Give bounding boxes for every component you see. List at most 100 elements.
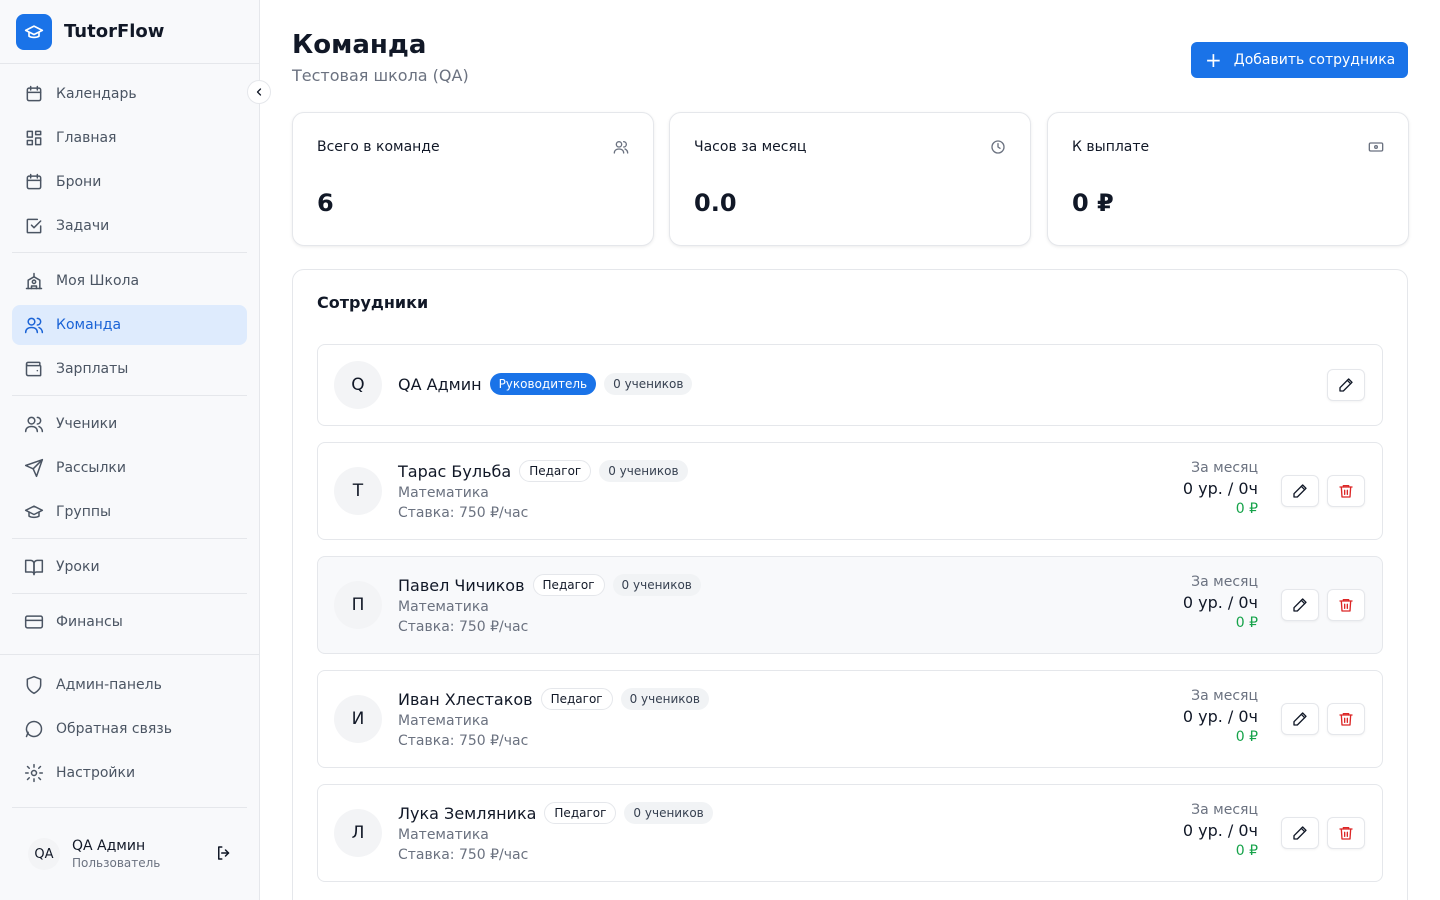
sidebar-item[interactable]: Админ-панель: [12, 665, 247, 705]
edit-button[interactable]: [1281, 589, 1319, 621]
checkbox-icon: [24, 216, 44, 236]
staff-name: Павел Чичиков: [398, 575, 525, 595]
stat-label: К выплате: [1072, 139, 1150, 155]
delete-button[interactable]: [1327, 817, 1365, 849]
sidebar-item-label: Команда: [56, 317, 122, 333]
edit-button[interactable]: [1281, 475, 1319, 507]
user-avatar[interactable]: QA: [28, 838, 60, 870]
students-badge: 0 учеников: [624, 802, 713, 824]
staff-name-line: Иван Хлестаков Педагог 0 учеников: [398, 688, 709, 710]
page-title: Команда: [292, 30, 427, 60]
sidebar-item-label: Уроки: [56, 559, 100, 575]
staff-avatar: Т: [334, 467, 382, 515]
staff-name-line: Тарас Бульба Педагог 0 учеников: [398, 460, 688, 482]
sidebar-item-label: Моя Школа: [56, 273, 140, 289]
nav-divider: [12, 252, 247, 253]
delete-button[interactable]: [1327, 589, 1365, 621]
sidebar-item[interactable]: Моя Школа: [12, 261, 247, 301]
graduation-cap-icon: [24, 502, 44, 522]
trash-icon: [1338, 711, 1354, 727]
sidebar-item-label: Календарь: [56, 86, 137, 102]
book-icon: [24, 557, 44, 577]
trash-icon: [1338, 597, 1354, 613]
sidebar-item[interactable]: Задачи: [12, 206, 247, 246]
role-badge: Руководитель: [489, 373, 597, 395]
nav-divider: [12, 593, 247, 594]
sidebar-item[interactable]: Зарплаты: [12, 349, 247, 389]
delete-button[interactable]: [1327, 475, 1365, 507]
role-badge: Педагог: [519, 460, 592, 482]
sidebar-item[interactable]: Финансы: [12, 602, 247, 642]
month-stats: За месяц 0 ур. / 0ч 0 ₽: [1183, 688, 1258, 745]
month-value: 0 ур. / 0ч: [1182, 821, 1258, 840]
sidebar-item[interactable]: Ученики: [12, 404, 247, 444]
users-icon: [24, 414, 44, 434]
month-value: 0 ур. / 0ч: [1182, 593, 1258, 612]
pencil-icon: [1292, 825, 1308, 841]
sidebar-item[interactable]: Рассылки: [12, 448, 247, 488]
user-role: Пользователь: [72, 856, 161, 870]
school-icon: [24, 271, 44, 291]
staff-name-line: QA Админ Руководитель 0 учеников: [398, 373, 693, 395]
sidebar-item-label: Зарплаты: [56, 361, 129, 377]
staff-name: Лука Земляника: [398, 803, 537, 823]
month-label: За месяц: [1191, 460, 1258, 476]
add-employee-button[interactable]: + Добавить сотрудника: [1191, 42, 1408, 78]
sidebar-item[interactable]: Группы: [12, 492, 247, 532]
chat-icon: [24, 719, 44, 739]
send-icon: [24, 458, 44, 478]
edit-button[interactable]: [1327, 369, 1365, 401]
wallet-icon: [24, 359, 44, 379]
students-badge: 0 учеников: [599, 460, 688, 482]
staff-subject: Математика: [398, 827, 489, 843]
stat-label: Часов за месяц: [694, 139, 807, 155]
delete-button[interactable]: [1327, 703, 1365, 735]
edit-button[interactable]: [1281, 817, 1319, 849]
trash-icon: [1338, 483, 1354, 499]
stat-value: 0.0: [694, 189, 737, 217]
chevron-left-icon: [256, 88, 262, 96]
staff-name: QA Админ: [398, 374, 482, 394]
staff-row[interactable]: Т Тарас Бульба Педагог 0 учеников Математика…: [317, 442, 1383, 540]
sidebar-item[interactable]: Календарь: [12, 74, 247, 114]
sidebar-item[interactable]: Настройки: [12, 753, 247, 793]
sidebar-item[interactable]: Главная: [12, 118, 247, 158]
pencil-icon: [1292, 597, 1308, 613]
staff-row[interactable]: И Иван Хлестаков Педагог 0 учеников Математи…: [317, 670, 1383, 768]
staff-row[interactable]: Q QA Админ Руководитель 0 учеников: [317, 344, 1383, 426]
trash-icon: [1338, 825, 1354, 841]
staff-row[interactable]: П Павел Чичиков Педагог 0 учеников Математик…: [317, 556, 1383, 654]
role-badge: Педагог: [532, 574, 605, 596]
staff-rate: Ставка: 750 ₽/час: [398, 733, 529, 749]
month-stats: За месяц 0 ур. / 0ч 0 ₽: [1183, 802, 1258, 859]
banknote-icon: [1368, 139, 1384, 155]
month-label: За месяц: [1191, 802, 1258, 818]
month-value: 0 ур. / 0ч: [1182, 479, 1258, 498]
user-name: QA Админ: [72, 838, 146, 854]
shield-icon: [24, 675, 44, 695]
logout-icon[interactable]: [215, 844, 235, 864]
month-value: 0 ур. / 0ч: [1182, 707, 1258, 726]
add-employee-label: Добавить сотрудника: [1233, 52, 1396, 68]
sidebar-item-label: Брони: [56, 174, 102, 190]
staff-row[interactable]: Л Лука Земляника Педагог 0 учеников Математи…: [317, 784, 1383, 882]
main-content: Команда Тестовая школа (QA) + Добавить с…: [260, 0, 1440, 900]
app-name: TutorFlow: [64, 21, 165, 42]
graduation-cap-icon: [16, 13, 52, 50]
sidebar-item-label: Группы: [56, 504, 112, 520]
students-badge: 0 учеников: [612, 574, 701, 596]
role-badge: Педагог: [540, 688, 613, 710]
sidebar: TutorFlow Календарь Главная Брони Задачи Моя…: [0, 0, 260, 900]
stat-card: К выплате 0 ₽: [1047, 112, 1409, 246]
sidebar-item[interactable]: Обратная связь: [12, 709, 247, 749]
month-pay: 0 ₽: [1235, 729, 1258, 745]
brand[interactable]: TutorFlow: [0, 0, 259, 64]
sidebar-item[interactable]: Брони: [12, 162, 247, 202]
staff-name: Тарас Бульба: [398, 461, 512, 481]
collapse-sidebar-button[interactable]: [247, 80, 271, 104]
sidebar-item[interactable]: Уроки: [12, 547, 247, 587]
students-badge: 0 учеников: [604, 373, 693, 395]
edit-button[interactable]: [1281, 703, 1319, 735]
sidebar-item[interactable]: Команда: [12, 305, 247, 345]
stat-card: Всего в команде 6: [292, 112, 654, 246]
